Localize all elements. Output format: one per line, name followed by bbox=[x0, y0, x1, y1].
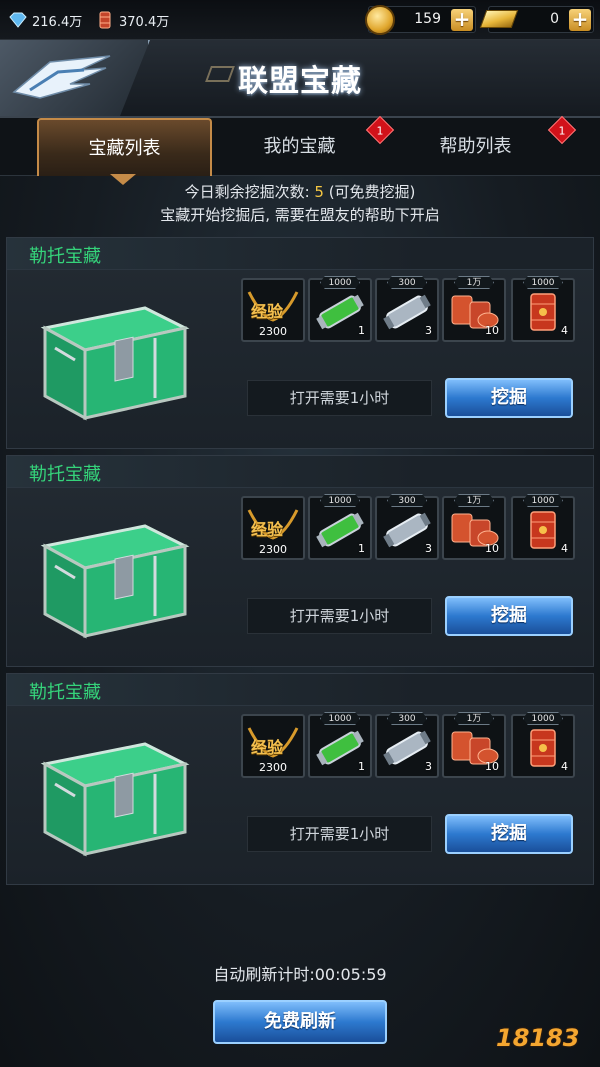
resource-crystal: 216.4万 bbox=[8, 9, 82, 31]
open-time-label: 打开需要1小时 bbox=[247, 816, 432, 852]
coin-icon bbox=[365, 5, 395, 35]
auto-refresh-timer: 自动刷新计时:00:05:59 bbox=[213, 965, 387, 984]
oil-amount: 370.4万 bbox=[119, 14, 170, 30]
add-coins-button[interactable]: + bbox=[451, 9, 473, 31]
gold-counter: 0 + bbox=[479, 6, 594, 33]
reward-value-tag: 1000 bbox=[523, 494, 563, 507]
dig-help-info: 宝藏开始挖掘后, 需要在盟友的帮助下开启 bbox=[160, 206, 440, 224]
oil-barrel-small-icon bbox=[99, 11, 111, 29]
reward-count: 3 bbox=[425, 542, 432, 555]
treasure-card-header: 勒托宝藏 bbox=[7, 456, 593, 488]
exp-amount: 2300 bbox=[259, 325, 287, 338]
reward-value-tag: 300 bbox=[387, 494, 427, 507]
reward-slot[interactable]: 1000 4 bbox=[511, 712, 575, 778]
exp-label: 经验 bbox=[251, 302, 284, 321]
coin-amount: 159 bbox=[414, 11, 441, 27]
treasure-chest-icon bbox=[40, 306, 190, 421]
add-gold-button[interactable]: + bbox=[569, 9, 591, 31]
treasure-card: 勒托宝藏经验 2300 1000 1 300 3 1万 10 1000 4 打开需要1小时 挖掘 bbox=[6, 237, 594, 449]
treasure-card-header: 勒托宝藏 bbox=[7, 674, 593, 706]
treasure-card: 勒托宝藏经验 2300 1000 1 300 3 1万 10 1000 4 打开需要1小时 挖掘 bbox=[6, 455, 594, 667]
reward-slot[interactable]: 1000 4 bbox=[511, 276, 575, 342]
reward-slot[interactable]: 1000 1 bbox=[308, 494, 372, 560]
crystal-amount: 216.4万 bbox=[32, 14, 83, 30]
exp-amount: 2300 bbox=[259, 761, 287, 774]
reward-value-tag: 300 bbox=[387, 276, 427, 289]
treasure-title: 勒托宝藏 bbox=[29, 682, 101, 703]
reward-count: 1 bbox=[358, 542, 365, 555]
reward-value-tag: 1000 bbox=[320, 712, 360, 725]
free-refresh-button[interactable]: 免费刷新 bbox=[213, 1000, 387, 1044]
treasure-card-header: 勒托宝藏 bbox=[7, 238, 593, 270]
tab-bar: 宝藏列表 我的宝藏 帮助列表 1 1 bbox=[0, 115, 600, 176]
reward-slot[interactable]: 1万 10 bbox=[442, 494, 506, 560]
reward-count: 3 bbox=[425, 324, 432, 337]
reward-count: 10 bbox=[485, 324, 499, 337]
exp-amount: 2300 bbox=[259, 543, 287, 556]
dig-count-suffix: (可免费挖掘) bbox=[323, 183, 416, 201]
reward-slot[interactable]: 1万 10 bbox=[442, 712, 506, 778]
reward-value-tag: 1万 bbox=[454, 712, 494, 725]
reward-slot[interactable]: 经验 2300 bbox=[241, 496, 305, 560]
reward-slot[interactable]: 300 3 bbox=[375, 276, 439, 342]
gold-amount: 0 bbox=[550, 11, 559, 27]
resource-oil: 370.4万 bbox=[95, 9, 169, 31]
gold-bar-icon bbox=[479, 10, 519, 28]
reward-slot[interactable]: 经验 2300 bbox=[241, 714, 305, 778]
reward-count: 10 bbox=[485, 760, 499, 773]
open-time-label: 打开需要1小时 bbox=[247, 598, 432, 634]
exp-label: 经验 bbox=[251, 738, 284, 757]
reward-slot[interactable]: 300 3 bbox=[375, 494, 439, 560]
reward-count: 4 bbox=[561, 760, 568, 773]
reward-slot[interactable]: 经验 2300 bbox=[241, 278, 305, 342]
treasure-card: 勒托宝藏经验 2300 1000 1 300 3 1万 10 1000 4 打开需要1小时 挖掘 bbox=[6, 673, 594, 885]
reward-count: 1 bbox=[358, 760, 365, 773]
reward-value-tag: 300 bbox=[387, 712, 427, 725]
treasure-chest-icon bbox=[40, 524, 190, 639]
reward-value-tag: 1000 bbox=[523, 712, 563, 725]
treasure-title: 勒托宝藏 bbox=[29, 246, 101, 267]
reward-slot[interactable]: 300 3 bbox=[375, 712, 439, 778]
treasure-chest-icon bbox=[40, 742, 190, 857]
dig-button[interactable]: 挖掘 bbox=[445, 814, 573, 854]
dig-button[interactable]: 挖掘 bbox=[445, 378, 573, 418]
dig-count-prefix: 今日剩余挖掘次数: bbox=[184, 183, 315, 201]
reward-count: 4 bbox=[561, 324, 568, 337]
reward-slot[interactable]: 1000 4 bbox=[511, 494, 575, 560]
reward-value-tag: 1万 bbox=[454, 276, 494, 289]
tab-treasure-list[interactable]: 宝藏列表 bbox=[37, 118, 212, 176]
tab-my-treasure[interactable]: 我的宝藏 bbox=[212, 118, 387, 176]
page-title: 联盟宝藏 bbox=[238, 64, 362, 99]
dig-count-info: 今日剩余挖掘次数: 5 (可免费挖掘) bbox=[0, 181, 600, 202]
watermark-logo: 18183 bbox=[496, 1024, 580, 1052]
alliance-treasure-screen: 216.4万 370.4万 159 + 0 + 联盟宝藏 宝藏列表 我的宝藏 帮… bbox=[0, 0, 600, 1067]
reward-count: 10 bbox=[485, 542, 499, 555]
treasure-title: 勒托宝藏 bbox=[29, 464, 101, 485]
reward-count: 1 bbox=[358, 324, 365, 337]
reward-value-tag: 1000 bbox=[523, 276, 563, 289]
crystal-icon bbox=[9, 12, 27, 28]
tab-help-list[interactable]: 帮助列表 bbox=[388, 118, 563, 176]
reward-value-tag: 1万 bbox=[454, 494, 494, 507]
dig-button[interactable]: 挖掘 bbox=[445, 596, 573, 636]
dig-count-value: 5 bbox=[314, 183, 324, 201]
reward-count: 4 bbox=[561, 542, 568, 555]
exp-label: 经验 bbox=[251, 520, 284, 539]
reward-slot[interactable]: 1万 10 bbox=[442, 276, 506, 342]
coin-counter: 159 + bbox=[365, 5, 476, 35]
reward-count: 3 bbox=[425, 760, 432, 773]
resource-bar: 216.4万 370.4万 159 + 0 + bbox=[0, 0, 600, 40]
open-time-label: 打开需要1小时 bbox=[247, 380, 432, 416]
reward-slot[interactable]: 1000 1 bbox=[308, 276, 372, 342]
reward-value-tag: 1000 bbox=[320, 276, 360, 289]
reward-value-tag: 1000 bbox=[320, 494, 360, 507]
reward-slot[interactable]: 1000 1 bbox=[308, 712, 372, 778]
